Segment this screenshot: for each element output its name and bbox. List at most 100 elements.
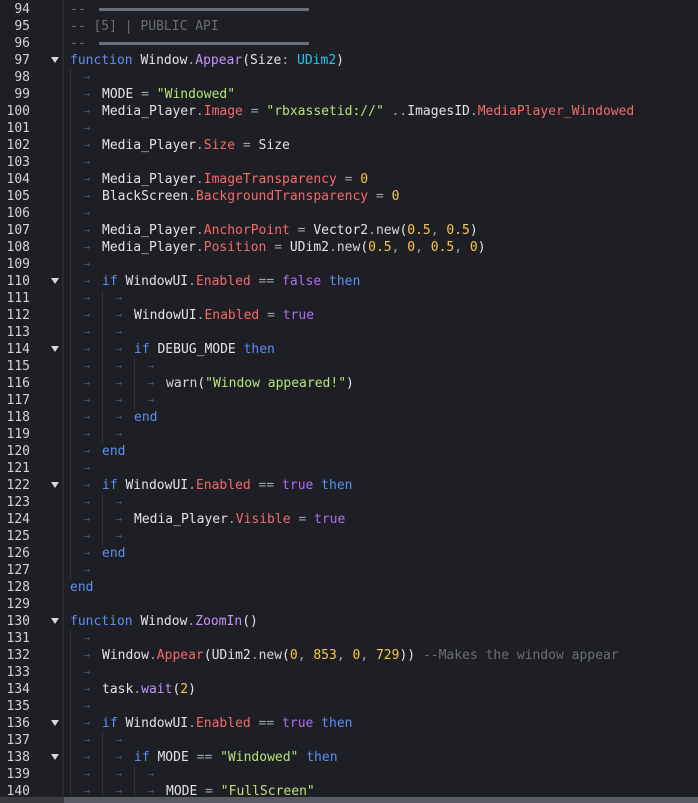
code-text[interactable]: → → if MODE == "Windowed" then <box>70 749 338 766</box>
code-line[interactable]: 98 → <box>0 69 698 86</box>
code-line[interactable]: 119 → → <box>0 426 698 443</box>
code-text[interactable]: -- <box>70 35 310 52</box>
code-line[interactable]: 133 → <box>0 664 698 681</box>
code-text[interactable]: → → <box>70 732 134 749</box>
code-text[interactable]: -- <box>70 1 310 18</box>
fold-toggle-icon[interactable] <box>51 618 59 624</box>
code-line[interactable]: 122 → if WindowUI.Enabled == true then <box>0 477 698 494</box>
code-line[interactable]: 126 → end <box>0 545 698 562</box>
code-text[interactable]: → → → <box>70 358 166 375</box>
code-text[interactable]: → <box>70 698 102 715</box>
code-line[interactable]: 135 → <box>0 698 698 715</box>
code-line[interactable]: 102 → Media_Player.Size = Size <box>0 137 698 154</box>
code-line[interactable]: 110 → if WindowUI.Enabled == false then <box>0 273 698 290</box>
code-text[interactable]: → → Media_Player.Visible = true <box>70 511 345 528</box>
code-line[interactable]: 96 -- <box>0 35 698 52</box>
code-line[interactable]: 109 → <box>0 256 698 273</box>
code-text[interactable]: → if WindowUI.Enabled == false then <box>70 273 360 290</box>
code-line[interactable]: 99 → MODE = "Windowed" <box>0 86 698 103</box>
code-line[interactable]: 138 → → if MODE == "Windowed" then <box>0 749 698 766</box>
code-text[interactable]: → if WindowUI.Enabled == true then <box>70 477 353 494</box>
code-text[interactable]: → Window.Appear(UDim2.new(0, 853, 0, 729)… <box>70 647 619 664</box>
code-text[interactable]: → → <box>70 528 134 545</box>
code-text[interactable]: → end <box>70 443 125 460</box>
code-line[interactable]: 105 → BlackScreen.BackgroundTransparency =… <box>0 188 698 205</box>
code-line[interactable]: 112 → → WindowUI.Enabled = true <box>0 307 698 324</box>
code-line[interactable]: 117 → → → <box>0 392 698 409</box>
code-text[interactable]: end <box>70 579 93 596</box>
code-editor[interactable]: 94 -- 95 -- [5] | PUBLIC API 96 -- 97 functio… <box>0 0 698 803</box>
code-line[interactable]: 128 end <box>0 579 698 596</box>
code-text[interactable]: → → WindowUI.Enabled = true <box>70 307 314 324</box>
code-text[interactable]: → → <box>70 290 134 307</box>
code-text[interactable]: → Media_Player.Size = Size <box>70 137 290 154</box>
code-text[interactable]: → <box>70 256 102 273</box>
code-line[interactable]: 130 function Window.ZoomIn() <box>0 613 698 630</box>
code-line[interactable]: 132 → Window.Appear(UDim2.new(0, 853, 0, 7… <box>0 647 698 664</box>
code-line[interactable]: 131 → <box>0 630 698 647</box>
code-line[interactable]: 116 → → → warn("Window appeared!") <box>0 375 698 392</box>
code-line[interactable]: 97 function Window.Appear(Size: UDim2) <box>0 52 698 69</box>
code-text[interactable]: → <box>70 154 102 171</box>
code-text[interactable]: → end <box>70 545 125 562</box>
code-text[interactable]: → BlackScreen.BackgroundTransparency = 0 <box>70 188 399 205</box>
fold-toggle-icon[interactable] <box>51 482 59 488</box>
code-line[interactable]: 134 → task.wait(2) <box>0 681 698 698</box>
code-text[interactable]: → → <box>70 324 134 341</box>
code-line[interactable]: 115 → → → <box>0 358 698 375</box>
code-text[interactable]: → Media_Player.Image = "rbxassetid://" ..… <box>70 103 634 120</box>
code-text[interactable]: → Media_Player.AnchorPoint = Vector2.new(… <box>70 222 478 239</box>
code-text[interactable]: function Window.ZoomIn() <box>70 613 258 630</box>
code-text[interactable]: → → → <box>70 392 166 409</box>
fold-toggle-icon[interactable] <box>51 754 59 760</box>
code-text[interactable]: → → if DEBUG_MODE then <box>70 341 275 358</box>
code-text[interactable]: → <box>70 630 102 647</box>
code-line[interactable]: 125 → → <box>0 528 698 545</box>
code-line[interactable]: 95 -- [5] | PUBLIC API <box>0 18 698 35</box>
code-text[interactable]: → → <box>70 426 134 443</box>
code-line[interactable]: 113 → → <box>0 324 698 341</box>
code-text[interactable]: → <box>70 460 102 477</box>
code-text[interactable]: → → → warn("Window appeared!") <box>70 375 354 392</box>
code-line[interactable]: 137 → → <box>0 732 698 749</box>
code-text[interactable]: → Media_Player.Position = UDim2.new(0.5, … <box>70 239 486 256</box>
code-text[interactable]: → <box>70 69 102 86</box>
code-line[interactable]: 136 → if WindowUI.Enabled == true then <box>0 715 698 732</box>
code-text[interactable]: → MODE = "Windowed" <box>70 86 235 103</box>
horizontal-scrollbar-thumb[interactable] <box>64 797 698 803</box>
code-line[interactable]: 124 → → Media_Player.Visible = true <box>0 511 698 528</box>
code-line[interactable]: 101 → <box>0 120 698 137</box>
code-line[interactable]: 114 → → if DEBUG_MODE then <box>0 341 698 358</box>
code-text[interactable]: → Media_Player.ImageTransparency = 0 <box>70 171 368 188</box>
code-line[interactable]: 111 → → <box>0 290 698 307</box>
code-text[interactable]: → <box>70 205 102 222</box>
code-text[interactable]: → <box>70 120 102 137</box>
fold-toggle-icon[interactable] <box>51 57 59 63</box>
code-line[interactable]: 121 → <box>0 460 698 477</box>
code-text[interactable]: → → <box>70 494 134 511</box>
fold-toggle-icon[interactable] <box>51 720 59 726</box>
code-line[interactable]: 103 → <box>0 154 698 171</box>
code-text[interactable]: -- [5] | PUBLIC API <box>70 18 219 35</box>
code-line[interactable]: 104 → Media_Player.ImageTransparency = 0 <box>0 171 698 188</box>
code-line[interactable]: 120 → end <box>0 443 698 460</box>
code-text[interactable]: → → end <box>70 409 157 426</box>
code-line[interactable]: 118 → → end <box>0 409 698 426</box>
code-text[interactable]: → <box>70 562 102 579</box>
code-text[interactable]: → task.wait(2) <box>70 681 196 698</box>
code-line[interactable]: 129 <box>0 596 698 613</box>
code-line[interactable]: 123 → → <box>0 494 698 511</box>
code-text[interactable]: → <box>70 664 102 681</box>
code-text[interactable]: function Window.Appear(Size: UDim2) <box>70 52 344 69</box>
code-text[interactable]: → if WindowUI.Enabled == true then <box>70 715 353 732</box>
code-line[interactable]: 139 → → → <box>0 766 698 783</box>
code-line[interactable]: 94 -- <box>0 1 698 18</box>
code-line[interactable]: 108 → Media_Player.Position = UDim2.new(0.… <box>0 239 698 256</box>
code-line[interactable]: 107 → Media_Player.AnchorPoint = Vector2.n… <box>0 222 698 239</box>
fold-toggle-icon[interactable] <box>51 346 59 352</box>
code-text[interactable]: → → → <box>70 766 166 783</box>
code-line[interactable]: 106 → <box>0 205 698 222</box>
fold-toggle-icon[interactable] <box>51 278 59 284</box>
code-line[interactable]: 100 → Media_Player.Image = "rbxassetid://"… <box>0 103 698 120</box>
code-line[interactable]: 127 → <box>0 562 698 579</box>
